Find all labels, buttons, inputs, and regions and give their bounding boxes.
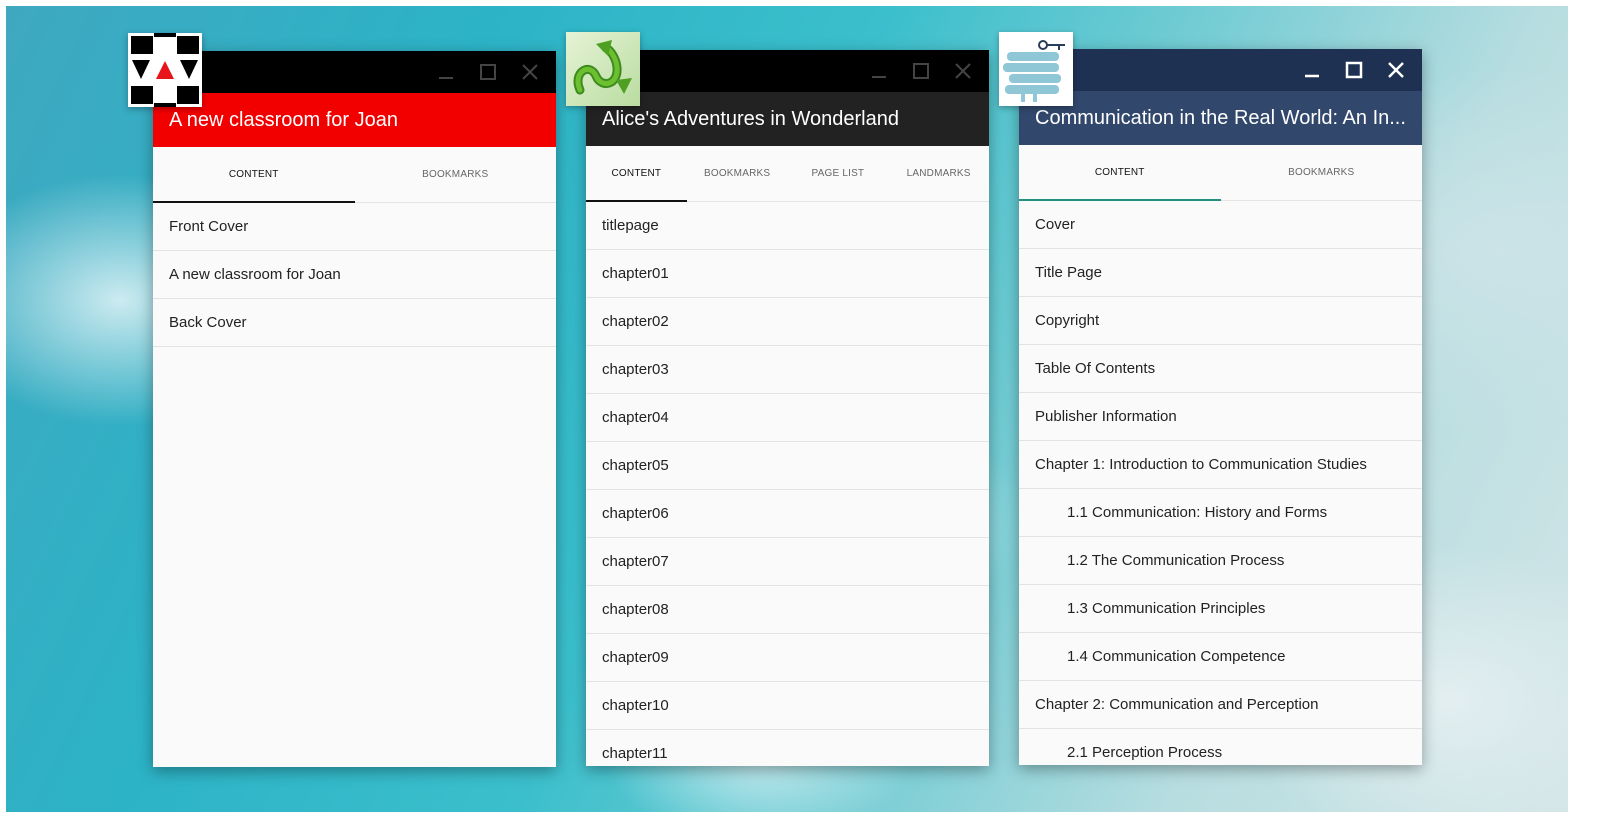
list-item[interactable]: Title Page — [1019, 249, 1422, 297]
maximize-icon — [913, 63, 929, 79]
list-item[interactable]: 1.1 Communication: History and Forms — [1019, 489, 1422, 537]
tab-bookmarks[interactable]: BOOKMARKS — [1221, 145, 1423, 200]
close-icon — [1388, 62, 1404, 78]
tab-page-list[interactable]: PAGE LIST — [788, 146, 889, 201]
tab-content[interactable]: CONTENT — [586, 146, 687, 202]
list-item[interactable]: Chapter 1: Introduction to Communication… — [1019, 441, 1422, 489]
tab-content[interactable]: CONTENT — [153, 147, 355, 203]
toc-list: titlepage chapter01 chapter02 chapter03 … — [586, 202, 989, 766]
tab-bar: CONTENT BOOKMARKS — [153, 147, 556, 203]
list-item[interactable]: chapter05 — [586, 442, 989, 490]
minimize-button[interactable] — [430, 56, 462, 88]
list-item[interactable]: chapter06 — [586, 490, 989, 538]
list-item[interactable]: 1.4 Communication Competence — [1019, 633, 1422, 681]
tab-bookmarks[interactable]: BOOKMARKS — [687, 146, 788, 201]
list-item[interactable]: Publisher Information — [1019, 393, 1422, 441]
close-button[interactable] — [947, 55, 979, 87]
tab-bar: CONTENT BOOKMARKS — [1019, 145, 1422, 201]
green-arrows-app-icon[interactable] — [566, 32, 640, 106]
list-item[interactable]: Chapter 2: Communication and Perception — [1019, 681, 1422, 729]
list-item[interactable]: chapter11 — [586, 730, 989, 766]
tab-bar: CONTENT BOOKMARKS PAGE LIST LANDMARKS — [586, 146, 989, 202]
list-item[interactable]: Table Of Contents — [1019, 345, 1422, 393]
list-item[interactable]: titlepage — [586, 202, 989, 250]
list-item[interactable]: chapter08 — [586, 586, 989, 634]
list-item[interactable]: Copyright — [1019, 297, 1422, 345]
list-item[interactable]: chapter07 — [586, 538, 989, 586]
list-item[interactable]: chapter04 — [586, 394, 989, 442]
close-button[interactable] — [1380, 54, 1412, 86]
list-item[interactable]: chapter09 — [586, 634, 989, 682]
list-item[interactable]: 1.3 Communication Principles — [1019, 585, 1422, 633]
close-icon — [955, 63, 971, 79]
list-item[interactable]: chapter03 — [586, 346, 989, 394]
books-key-app-icon[interactable] — [999, 32, 1073, 106]
toc-list: Cover Title Page Copyright Table Of Cont… — [1019, 201, 1422, 765]
list-item[interactable]: Back Cover — [153, 299, 556, 347]
maximize-button[interactable] — [905, 55, 937, 87]
maximize-button[interactable] — [1338, 54, 1370, 86]
book-title: Alice's Adventures in Wonderland — [586, 92, 989, 146]
list-item[interactable]: chapter02 — [586, 298, 989, 346]
window-joan: A new classroom for Joan CONTENT BOOKMAR… — [153, 51, 556, 767]
window-titlebar[interactable] — [153, 51, 556, 93]
tab-landmarks[interactable]: LANDMARKS — [888, 146, 989, 201]
book-title: A new classroom for Joan — [153, 93, 556, 147]
vav-app-icon[interactable] — [128, 33, 202, 107]
maximize-icon — [480, 64, 496, 80]
minimize-icon — [872, 76, 886, 78]
window-communication: Communication in the Real World: An In..… — [1019, 49, 1422, 765]
minimize-button[interactable] — [863, 55, 895, 87]
list-item[interactable]: 2.1 Perception Process — [1019, 729, 1422, 765]
window-alice: Alice's Adventures in Wonderland CONTENT… — [586, 50, 989, 766]
minimize-icon — [1305, 74, 1319, 78]
close-button[interactable] — [514, 56, 546, 88]
tab-content[interactable]: CONTENT — [1019, 145, 1221, 201]
list-item[interactable]: 1.2 The Communication Process — [1019, 537, 1422, 585]
minimize-icon — [439, 77, 453, 79]
tab-bookmarks[interactable]: BOOKMARKS — [355, 147, 557, 202]
window-titlebar[interactable] — [586, 50, 989, 92]
window-titlebar[interactable] — [1019, 49, 1422, 91]
toc-list: Front Cover A new classroom for Joan Bac… — [153, 203, 556, 347]
minimize-button[interactable] — [1296, 54, 1328, 86]
maximize-button[interactable] — [472, 56, 504, 88]
close-icon — [522, 64, 538, 80]
list-item[interactable]: Front Cover — [153, 203, 556, 251]
list-item[interactable]: A new classroom for Joan — [153, 251, 556, 299]
maximize-icon — [1345, 61, 1363, 79]
list-item[interactable]: chapter01 — [586, 250, 989, 298]
list-item[interactable]: chapter10 — [586, 682, 989, 730]
list-item[interactable]: Cover — [1019, 201, 1422, 249]
book-title: Communication in the Real World: An In..… — [1019, 91, 1422, 145]
